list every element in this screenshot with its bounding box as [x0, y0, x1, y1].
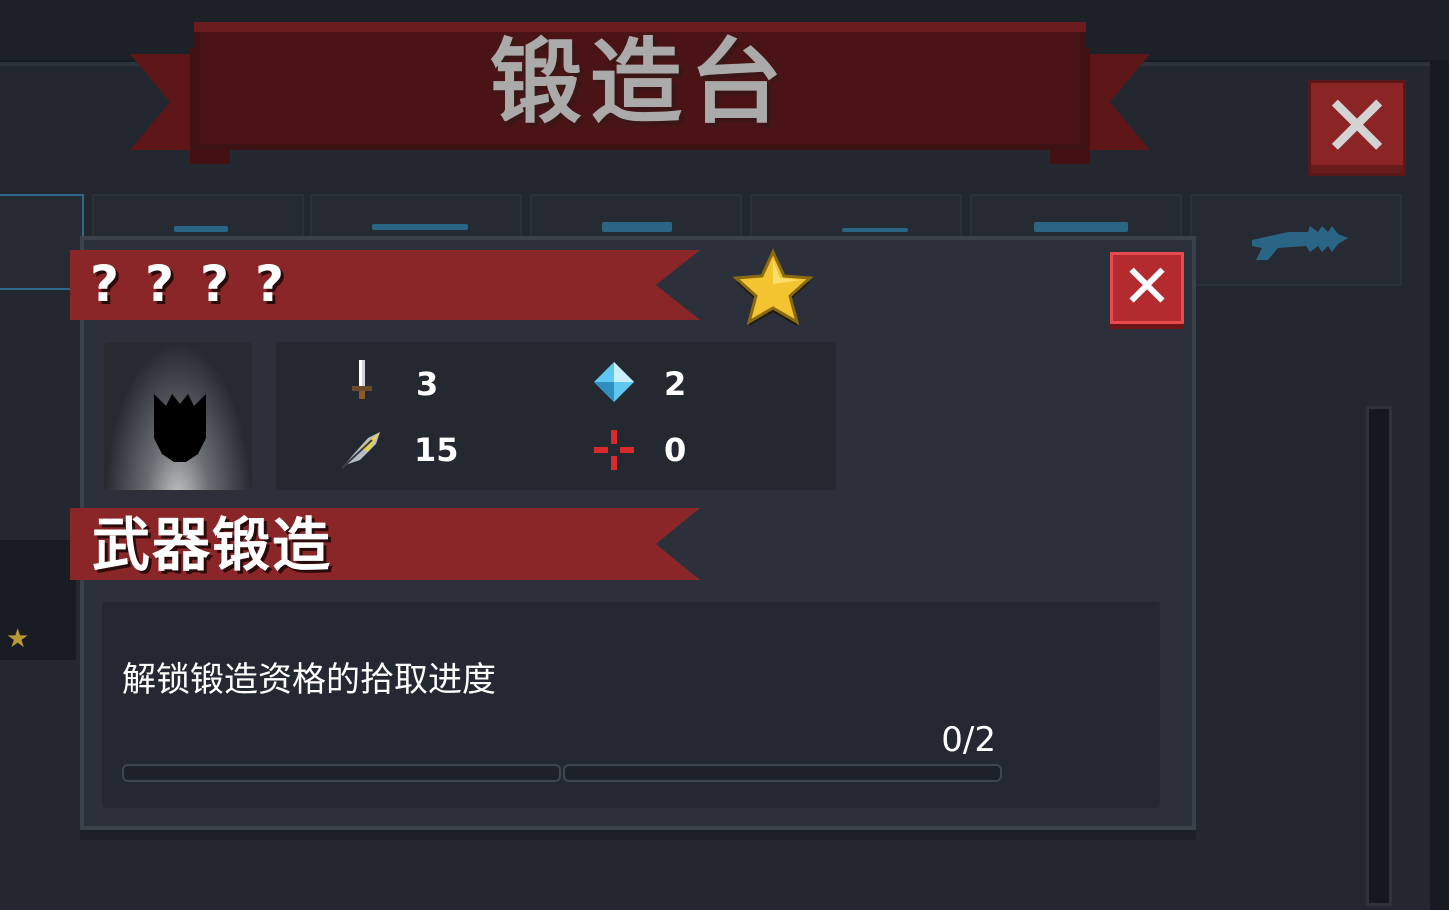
close-icon: ✕: [1121, 252, 1173, 322]
section-title: 武器锻造: [92, 511, 333, 579]
unlock-description: 解锁锻造资格的拾取进度: [122, 660, 496, 700]
feather-icon: [341, 432, 380, 469]
sword-icon: [352, 360, 372, 399]
spiked-gun-icon: [1252, 226, 1348, 260]
crit-value: 0: [664, 431, 687, 469]
progress-count: 0/2: [941, 720, 996, 760]
star-icon: [732, 248, 814, 326]
scrollbar[interactable]: [1366, 406, 1392, 906]
unknown-weapon-silhouette-icon: [154, 394, 206, 462]
progress-segment: [122, 764, 561, 782]
weapon-icon: [842, 228, 908, 232]
energy-crystal-icon: [594, 362, 634, 402]
star-icon: ★: [6, 624, 30, 654]
weapon-name: ????: [90, 255, 311, 313]
close-button[interactable]: ✕: [1308, 77, 1406, 177]
page-title: 锻造台: [489, 29, 790, 136]
energy-value: 2: [664, 365, 687, 403]
damage-value: 3: [416, 365, 439, 403]
close-icon: ✕: [1320, 77, 1394, 177]
weapon-icon: [174, 226, 228, 232]
progress-bar: [122, 764, 1002, 786]
weapon-icon: [372, 224, 468, 230]
weapon-icon: [1034, 222, 1128, 232]
progress-segment: [563, 764, 1002, 782]
popup-close-button[interactable]: ✕: [1110, 252, 1184, 324]
speed-value: 15: [414, 431, 459, 469]
weapon-icon: [602, 222, 672, 232]
crosshair-icon: [594, 430, 634, 470]
